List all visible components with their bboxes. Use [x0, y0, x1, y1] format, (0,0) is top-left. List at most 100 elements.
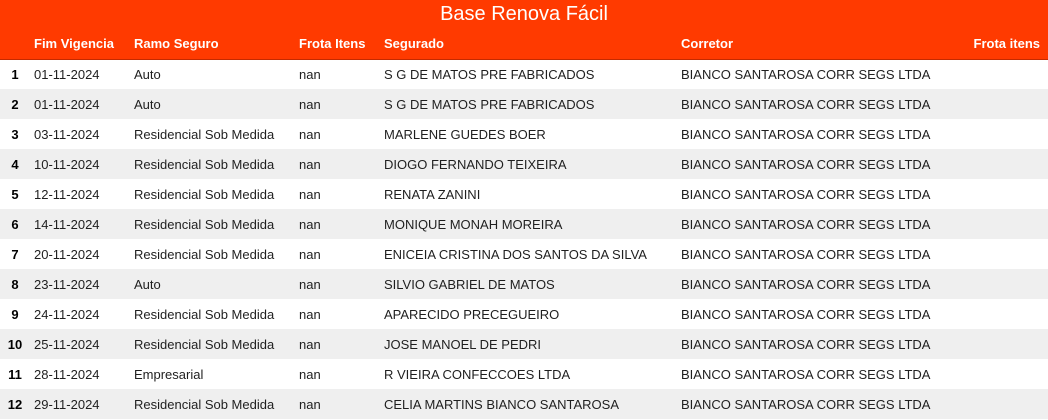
cell-corretor: BIANCO SANTAROSA CORR SEGS LTDA	[681, 126, 931, 142]
cell-segurado: RENATA ZANINI	[384, 186, 481, 202]
header-frota-itens-2[interactable]: Frota itens	[960, 28, 1048, 59]
cell-ramo-seguro: Residencial Sob Medida	[134, 156, 275, 172]
table-row[interactable]: 10 25-11-2024 Residencial Sob Medida nan JOS…	[0, 329, 1048, 359]
cell-ramo-seguro: Residencial Sob Medida	[134, 246, 275, 262]
cell-fim-vigencia: 14-11-2024	[34, 216, 100, 232]
cell-frota-itens-2	[960, 149, 1048, 179]
cell-segurado: SILVIO GABRIEL DE MATOS	[384, 276, 555, 292]
table-row[interactable]: 11 28-11-2024 Empresarial nan R VIEIRA CONFE…	[0, 359, 1048, 389]
cell-ramo-seguro: Auto	[134, 96, 161, 112]
cell-corretor: BIANCO SANTAROSA CORR SEGS LTDA	[681, 216, 931, 232]
cell-frota-itens-2	[960, 359, 1048, 389]
cell-fim-vigencia: 23-11-2024	[34, 276, 100, 292]
row-index: 4	[11, 156, 19, 172]
cell-frota-itens: nan	[299, 126, 321, 142]
header-index[interactable]	[0, 28, 30, 59]
row-index: 10	[7, 336, 23, 352]
cell-ramo-seguro: Residencial Sob Medida	[134, 216, 275, 232]
cell-fim-vigencia: 20-11-2024	[34, 246, 100, 262]
table-row[interactable]: 12 29-11-2024 Residencial Sob Medida nan CEL…	[0, 389, 1048, 419]
cell-frota-itens-2	[960, 329, 1048, 359]
row-index: 1	[11, 66, 19, 82]
row-index: 6	[11, 216, 19, 232]
row-index: 3	[11, 126, 19, 142]
data-table: Fim Vigencia Ramo Seguro Frota Itens Seg…	[0, 28, 1048, 419]
cell-frota-itens: nan	[299, 66, 321, 82]
cell-ramo-seguro: Residencial Sob Medida	[134, 396, 275, 412]
cell-ramo-seguro: Auto	[134, 66, 161, 82]
cell-corretor: BIANCO SANTAROSA CORR SEGS LTDA	[681, 156, 931, 172]
cell-ramo-seguro: Empresarial	[134, 366, 204, 382]
cell-frota-itens: nan	[299, 156, 321, 172]
cell-fim-vigencia: 03-11-2024	[34, 126, 100, 142]
header-segurado[interactable]: Segurado	[380, 28, 677, 59]
cell-segurado: MONIQUE MONAH MOREIRA	[384, 216, 563, 232]
table-header: Fim Vigencia Ramo Seguro Frota Itens Seg…	[0, 28, 1048, 59]
cell-segurado: CELIA MARTINS BIANCO SANTAROSA	[384, 396, 620, 412]
row-index: 9	[11, 306, 19, 322]
cell-ramo-seguro: Residencial Sob Medida	[134, 336, 275, 352]
row-index: 2	[11, 96, 19, 112]
row-index: 5	[11, 186, 19, 202]
cell-frota-itens: nan	[299, 246, 321, 262]
table-row[interactable]: 3 03-11-2024 Residencial Sob Medida nan MARL…	[0, 119, 1048, 149]
cell-corretor: BIANCO SANTAROSA CORR SEGS LTDA	[681, 96, 931, 112]
table-row[interactable]: 2 01-11-2024 Auto nan S G DE MATOS PRE FABRI…	[0, 89, 1048, 119]
cell-frota-itens-2	[960, 389, 1048, 419]
cell-frota-itens-2	[960, 239, 1048, 269]
cell-corretor: BIANCO SANTAROSA CORR SEGS LTDA	[681, 366, 931, 382]
table-row[interactable]: 8 23-11-2024 Auto nan SILVIO GABRIEL DE MATO…	[0, 269, 1048, 299]
cell-frota-itens: nan	[299, 306, 321, 322]
cell-frota-itens-2	[960, 179, 1048, 209]
report-page: Base Renova Fácil Fim Vigencia Ramo Segu…	[0, 0, 1048, 420]
cell-corretor: BIANCO SANTAROSA CORR SEGS LTDA	[681, 276, 931, 292]
cell-fim-vigencia: 24-11-2024	[34, 306, 100, 322]
cell-frota-itens-2	[960, 269, 1048, 299]
cell-fim-vigencia: 28-11-2024	[34, 366, 100, 382]
row-index: 11	[8, 366, 22, 382]
table-row[interactable]: 7 20-11-2024 Residencial Sob Medida nan ENIC…	[0, 239, 1048, 269]
row-index: 12	[7, 396, 23, 412]
header-row: Fim Vigencia Ramo Seguro Frota Itens Seg…	[0, 28, 1048, 59]
page-title: Base Renova Fácil	[0, 0, 1048, 28]
row-index: 7	[11, 246, 19, 262]
cell-fim-vigencia: 10-11-2024	[34, 156, 100, 172]
cell-frota-itens-2	[960, 119, 1048, 149]
cell-ramo-seguro: Auto	[134, 276, 161, 292]
header-fim-vigencia[interactable]: Fim Vigencia	[30, 28, 130, 59]
table-body: 1 01-11-2024 Auto nan S G DE MATOS PRE FABRI…	[0, 59, 1048, 419]
cell-frota-itens: nan	[299, 396, 321, 412]
cell-segurado: JOSE MANOEL DE PEDRI	[384, 336, 541, 352]
cell-fim-vigencia: 29-11-2024	[34, 396, 100, 412]
cell-segurado: DIOGO FERNANDO TEIXEIRA	[384, 156, 567, 172]
cell-frota-itens: nan	[299, 366, 321, 382]
header-frota-itens[interactable]: Frota Itens	[295, 28, 380, 59]
cell-segurado: S G DE MATOS PRE FABRICADOS	[384, 66, 595, 82]
cell-frota-itens: nan	[299, 336, 321, 352]
row-index: 8	[11, 276, 19, 292]
cell-frota-itens-2	[960, 59, 1048, 89]
cell-segurado: S G DE MATOS PRE FABRICADOS	[384, 96, 595, 112]
cell-corretor: BIANCO SANTAROSA CORR SEGS LTDA	[681, 66, 931, 82]
cell-segurado: R VIEIRA CONFECCOES LTDA	[384, 366, 571, 382]
cell-corretor: BIANCO SANTAROSA CORR SEGS LTDA	[681, 246, 931, 262]
cell-ramo-seguro: Residencial Sob Medida	[134, 186, 275, 202]
table-row[interactable]: 4 10-11-2024 Residencial Sob Medida nan DIOG…	[0, 149, 1048, 179]
cell-frota-itens-2	[960, 89, 1048, 119]
table-row[interactable]: 6 14-11-2024 Residencial Sob Medida nan MONI…	[0, 209, 1048, 239]
cell-frota-itens-2	[960, 209, 1048, 239]
cell-corretor: BIANCO SANTAROSA CORR SEGS LTDA	[681, 306, 931, 322]
cell-ramo-seguro: Residencial Sob Medida	[134, 306, 275, 322]
table-row[interactable]: 9 24-11-2024 Residencial Sob Medida nan APAR…	[0, 299, 1048, 329]
table-row[interactable]: 5 12-11-2024 Residencial Sob Medida nan RENA…	[0, 179, 1048, 209]
cell-fim-vigencia: 01-11-2024	[34, 96, 100, 112]
cell-fim-vigencia: 01-11-2024	[34, 66, 100, 82]
cell-ramo-seguro: Residencial Sob Medida	[134, 126, 275, 142]
cell-frota-itens: nan	[299, 96, 321, 112]
cell-fim-vigencia: 25-11-2024	[34, 336, 100, 352]
header-ramo-seguro[interactable]: Ramo Seguro	[130, 28, 295, 59]
cell-frota-itens: nan	[299, 186, 321, 202]
header-corretor[interactable]: Corretor	[677, 28, 960, 59]
cell-fim-vigencia: 12-11-2024	[34, 186, 100, 202]
table-row[interactable]: 1 01-11-2024 Auto nan S G DE MATOS PRE FABRI…	[0, 59, 1048, 89]
